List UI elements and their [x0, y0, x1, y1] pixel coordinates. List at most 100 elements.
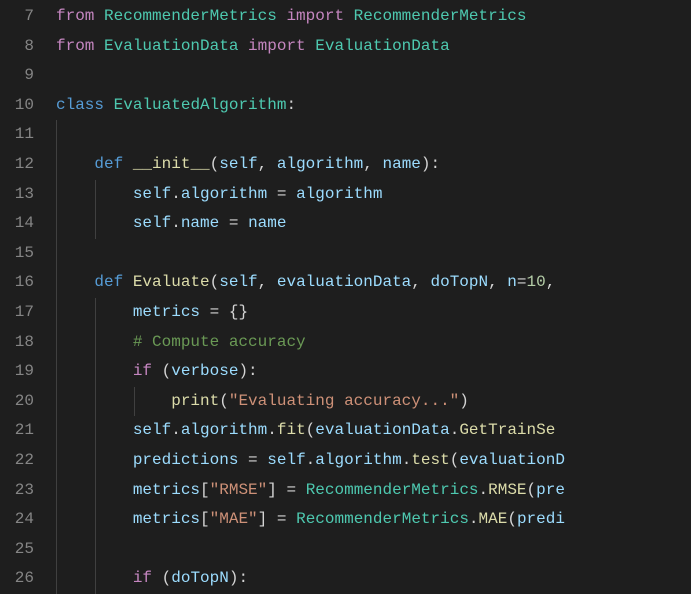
indent-guide [56, 209, 57, 239]
code-token: ] [258, 505, 268, 535]
code-token: metrics [133, 505, 200, 535]
code-line[interactable]: class EvaluatedAlgorithm: [56, 91, 691, 121]
code-token: ( [162, 564, 172, 594]
code-token: # Compute accuracy [133, 328, 306, 358]
indent-guide [95, 476, 96, 506]
code-line[interactable] [56, 61, 691, 91]
code-line[interactable]: self.algorithm = algorithm [56, 180, 691, 210]
code-token: ( [306, 416, 316, 446]
code-token: algorithm [181, 416, 267, 446]
line-number: 11 [8, 120, 34, 150]
code-token [277, 2, 287, 32]
code-line[interactable]: self.algorithm.fit(evaluationData.GetTra… [56, 416, 691, 446]
code-token: evaluationD [459, 446, 565, 476]
indent-guide [56, 150, 57, 180]
code-token: print [171, 387, 219, 417]
indent-guide [134, 387, 135, 417]
code-token: ( [210, 268, 220, 298]
code-token: evaluationData [315, 416, 449, 446]
line-number: 9 [8, 61, 34, 91]
code-token: from [56, 2, 94, 32]
code-token: 10 [527, 268, 546, 298]
code-line[interactable]: def __init__(self, algorithm, name): [56, 150, 691, 180]
line-number: 16 [8, 268, 34, 298]
code-line[interactable] [56, 535, 691, 565]
code-token: algorithm [315, 446, 401, 476]
code-token: algorithm [277, 150, 363, 180]
code-token: from [56, 32, 94, 62]
code-token [238, 446, 248, 476]
code-token: self [219, 268, 257, 298]
code-token: ( [507, 505, 517, 535]
line-number: 20 [8, 387, 34, 417]
code-line[interactable]: if (doTopN): [56, 564, 691, 594]
code-token: . [479, 476, 489, 506]
code-editor[interactable]: 7891011121314151617181920212223242526 fr… [0, 0, 691, 581]
indent-guide [56, 446, 57, 476]
code-token [104, 91, 114, 121]
code-line[interactable]: metrics = {} [56, 298, 691, 328]
code-token: RecommenderMetrics [296, 505, 469, 535]
indent-guide [95, 564, 96, 594]
code-token [296, 476, 306, 506]
code-line[interactable]: predictions = self.algorithm.test(evalua… [56, 446, 691, 476]
code-token [258, 446, 268, 476]
code-line[interactable]: metrics["MAE"] = RecommenderMetrics.MAE(… [56, 505, 691, 535]
code-token: RecommenderMetrics [354, 2, 527, 32]
code-token: = [277, 505, 287, 535]
code-token: ( [210, 150, 220, 180]
code-token: self [133, 416, 171, 446]
indent-guide [56, 476, 57, 506]
code-token: ( [219, 387, 229, 417]
code-token: class [56, 91, 104, 121]
code-token: . [171, 209, 181, 239]
code-token: ): [238, 357, 257, 387]
code-token: if [133, 564, 152, 594]
code-line[interactable]: from EvaluationData import EvaluationDat… [56, 32, 691, 62]
code-token: evaluationData [277, 268, 411, 298]
code-line[interactable]: if (verbose): [56, 357, 691, 387]
code-line[interactable]: self.name = name [56, 209, 691, 239]
code-token: EvaluationData [315, 32, 449, 62]
code-token: metrics [133, 476, 200, 506]
code-token: EvaluatedAlgorithm [114, 91, 287, 121]
code-token [286, 505, 296, 535]
code-line[interactable]: print("Evaluating accuracy...") [56, 387, 691, 417]
line-number: 12 [8, 150, 34, 180]
code-line[interactable] [56, 120, 691, 150]
code-token: ( [450, 446, 460, 476]
indent-guide [56, 239, 57, 269]
indent-guide [95, 298, 96, 328]
indent-guide [56, 387, 57, 417]
code-token: = [229, 209, 239, 239]
code-token: = [286, 476, 296, 506]
code-token [286, 180, 296, 210]
code-line[interactable]: def Evaluate(self, evaluationData, doTop… [56, 268, 691, 298]
code-token: RecommenderMetrics [306, 476, 479, 506]
code-token: . [306, 446, 316, 476]
line-number-gutter: 7891011121314151617181920212223242526 [0, 0, 50, 581]
code-token: RecommenderMetrics [104, 2, 277, 32]
code-token: fit [277, 416, 306, 446]
indent-guide [95, 180, 96, 210]
code-token: . [267, 416, 277, 446]
indent-guide [56, 328, 57, 358]
indent-guide [95, 387, 96, 417]
code-line[interactable]: from RecommenderMetrics import Recommend… [56, 2, 691, 32]
indent-guide [56, 535, 57, 565]
code-token: . [402, 446, 412, 476]
code-line[interactable]: metrics["RMSE"] = RecommenderMetrics.RMS… [56, 476, 691, 506]
code-area[interactable]: from RecommenderMetrics import Recommend… [50, 0, 691, 581]
code-token: import [248, 32, 306, 62]
code-token: . [171, 180, 181, 210]
code-token [200, 298, 210, 328]
code-token [277, 476, 287, 506]
code-token: "RMSE" [210, 476, 268, 506]
code-line[interactable]: # Compute accuracy [56, 328, 691, 358]
code-token: doTopN [430, 268, 488, 298]
code-token: ] [267, 476, 277, 506]
code-token: ): [421, 150, 440, 180]
line-number: 15 [8, 239, 34, 269]
code-line[interactable] [56, 239, 691, 269]
code-token: GetTrainSe [459, 416, 555, 446]
